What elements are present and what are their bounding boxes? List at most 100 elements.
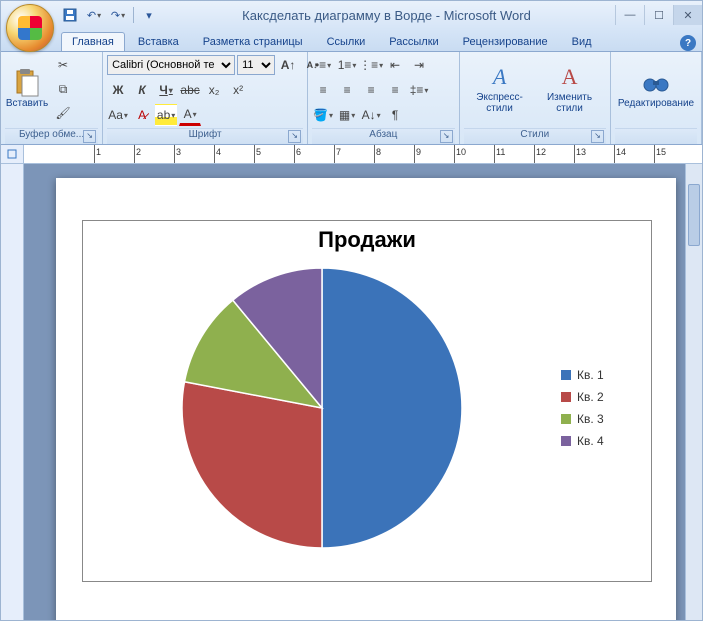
tab-view[interactable]: Вид (561, 32, 603, 51)
minimize-button[interactable]: — (615, 5, 644, 25)
window-title: Каксделать диаграмму в Ворде - Microsoft… (158, 8, 615, 23)
underline-button[interactable]: Ч (155, 79, 177, 101)
qat-customize-icon[interactable]: ▾ (140, 6, 158, 24)
ribbon-tabs: Главная Вставка Разметка страницы Ссылки… (1, 29, 702, 51)
sort-icon[interactable]: A↓ (360, 104, 382, 126)
increase-indent-icon[interactable]: ⇥ (408, 54, 430, 76)
font-size-select[interactable]: 11 (237, 55, 275, 75)
legend-label: Кв. 4 (577, 434, 604, 448)
qat-separator (133, 7, 134, 23)
redo-icon[interactable]: ↷ (109, 6, 127, 24)
align-center-icon[interactable]: ≡ (336, 79, 358, 101)
quick-styles-icon: A (484, 62, 516, 92)
tab-home[interactable]: Главная (61, 32, 125, 51)
close-button[interactable]: ✕ (673, 5, 702, 25)
clipboard-launcher[interactable]: ↘ (83, 130, 96, 143)
group-paragraph: •≡ 1≡ ⋮≡ ⇤ ⇥ ≡ ≡ ≡ ≡ ‡≡ 🪣 ▦ A↓ ¶ (308, 52, 459, 144)
undo-icon[interactable]: ↶ (85, 6, 103, 24)
strikethrough-button[interactable]: abc (179, 79, 201, 101)
cut-icon[interactable]: ✂ (52, 54, 74, 76)
quick-styles-button[interactable]: A Экспресс-стили (464, 54, 536, 122)
change-styles-label: Изменить стили (540, 92, 600, 114)
maximize-button[interactable]: ☐ (644, 5, 673, 25)
legend-item: Кв. 1 (561, 368, 641, 382)
paste-icon (11, 68, 43, 98)
office-button[interactable] (6, 4, 54, 52)
legend-item: Кв. 3 (561, 412, 641, 426)
paste-button[interactable]: Вставить (5, 54, 49, 122)
find-button[interactable]: Редактирование (615, 54, 697, 122)
pie-slice (322, 268, 462, 548)
numbering-icon[interactable]: 1≡ (336, 54, 358, 76)
show-marks-icon[interactable]: ¶ (384, 104, 406, 126)
paste-label: Вставить (6, 98, 48, 109)
bold-button[interactable]: Ж (107, 79, 129, 101)
copy-icon[interactable]: ⧉ (52, 78, 74, 100)
subscript-button[interactable]: x₂ (203, 79, 225, 101)
multilevel-list-icon[interactable]: ⋮≡ (360, 54, 382, 76)
ribbon: Вставить ✂ ⧉ 🖌 Буфер обме...↘ Calibri (О… (1, 51, 702, 145)
font-label-text: Шрифт (189, 129, 222, 140)
help-icon[interactable]: ? (680, 35, 696, 51)
line-spacing-icon[interactable]: ‡≡ (408, 79, 430, 101)
pie-plot-area (83, 253, 561, 563)
paragraph-launcher[interactable]: ↘ (440, 130, 453, 143)
grow-font-icon[interactable]: A↑ (277, 54, 299, 76)
document-view[interactable]: Продажи Кв. 1 Кв. 2 Кв. 3 Кв. 4 (24, 164, 702, 620)
change-styles-button[interactable]: A Изменить стили (539, 54, 601, 122)
borders-icon[interactable]: ▦ (336, 104, 358, 126)
highlight-button[interactable]: ab (155, 104, 177, 126)
bullets-icon[interactable]: •≡ (312, 54, 334, 76)
tab-page-layout[interactable]: Разметка страницы (192, 32, 314, 51)
styles-launcher[interactable]: ↘ (591, 130, 604, 143)
chart-object[interactable]: Продажи Кв. 1 Кв. 2 Кв. 3 Кв. 4 (82, 220, 652, 582)
group-editing: Редактирование (611, 52, 702, 144)
align-left-icon[interactable]: ≡ (312, 79, 334, 101)
horizontal-ruler-row: 123456789101112131415 (1, 145, 702, 164)
save-icon[interactable] (61, 6, 79, 24)
binoculars-icon (640, 68, 672, 98)
page: Продажи Кв. 1 Кв. 2 Кв. 3 Кв. 4 (56, 178, 676, 620)
italic-button[interactable]: К (131, 79, 153, 101)
legend-label: Кв. 2 (577, 390, 604, 404)
shading-icon[interactable]: 🪣 (312, 104, 334, 126)
font-name-select[interactable]: Calibri (Основной те (107, 55, 235, 75)
scrollbar-thumb[interactable] (688, 184, 700, 246)
window-controls: — ☐ ✕ (615, 5, 702, 25)
clear-formatting-button[interactable]: A̷ (131, 104, 153, 126)
paragraph-label-text: Абзац (369, 129, 397, 140)
tab-references[interactable]: Ссылки (316, 32, 377, 51)
tab-insert[interactable]: Вставка (127, 32, 190, 51)
vertical-scrollbar[interactable] (685, 164, 702, 620)
group-clipboard: Вставить ✂ ⧉ 🖌 Буфер обме...↘ (1, 52, 103, 144)
group-font-label: Шрифт ↘ (107, 128, 303, 144)
change-case-button[interactable]: Aa (107, 104, 129, 126)
chart-legend: Кв. 1 Кв. 2 Кв. 3 Кв. 4 (561, 368, 651, 448)
vertical-ruler[interactable] (1, 164, 24, 620)
decrease-indent-icon[interactable]: ⇤ (384, 54, 406, 76)
legend-swatch (561, 414, 571, 424)
ruler-corner[interactable] (1, 145, 24, 164)
justify-icon[interactable]: ≡ (384, 79, 406, 101)
group-paragraph-label: Абзац ↘ (312, 128, 454, 144)
change-styles-icon: A (554, 62, 586, 92)
tab-mailings[interactable]: Рассылки (378, 32, 449, 51)
editing-label: Редактирование (618, 98, 694, 109)
chart-title: Продажи (83, 227, 651, 253)
legend-item: Кв. 4 (561, 434, 641, 448)
align-right-icon[interactable]: ≡ (360, 79, 382, 101)
format-painter-icon[interactable]: 🖌 (52, 102, 74, 124)
legend-swatch (561, 436, 571, 446)
legend-swatch (561, 370, 571, 380)
font-launcher[interactable]: ↘ (288, 130, 301, 143)
legend-label: Кв. 3 (577, 412, 604, 426)
superscript-button[interactable]: x² (227, 79, 249, 101)
group-styles: A Экспресс-стили A Изменить стили Стили↘ (460, 52, 611, 144)
font-color-button[interactable]: A (179, 105, 201, 126)
group-clipboard-label: Буфер обме...↘ (5, 128, 98, 144)
pie-slice (182, 382, 322, 548)
group-editing-label (615, 128, 697, 144)
horizontal-ruler[interactable]: 123456789101112131415 (24, 145, 702, 163)
tab-review[interactable]: Рецензирование (452, 32, 559, 51)
work-area: Продажи Кв. 1 Кв. 2 Кв. 3 Кв. 4 (1, 164, 702, 620)
